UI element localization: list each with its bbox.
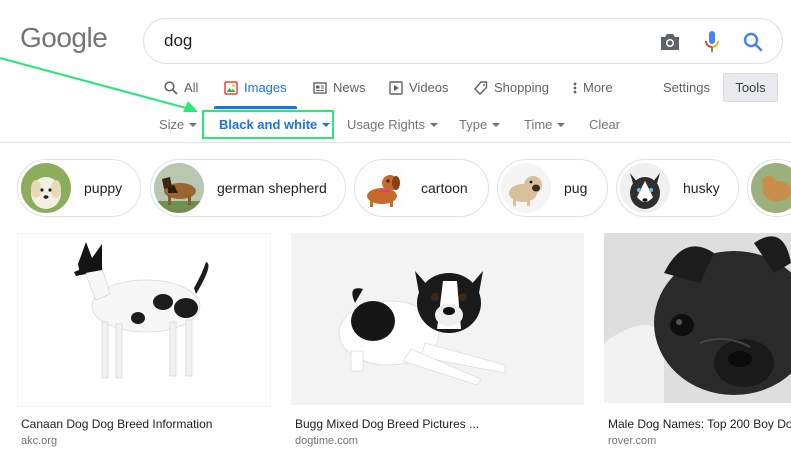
result-title[interactable]: Male Dog Names: Top 200 Boy Do [608,417,791,431]
puppy-thumbnail [21,163,71,213]
tools-button[interactable]: Tools [723,73,778,102]
tab-videos-label: Videos [409,80,449,95]
tab-news[interactable]: News [313,80,366,110]
caret-down-icon [430,122,439,127]
usage-rights-filter-label: Usage Rights [347,117,426,132]
result-image-canaan-dog[interactable] [17,233,271,407]
time-filter-label: Time [524,117,553,132]
chip-label: husky [683,180,720,196]
caret-down-icon [492,122,501,127]
tab-more[interactable]: More [573,80,613,110]
active-tab-indicator [214,106,297,109]
tab-images-label: Images [244,80,287,95]
result-source[interactable]: akc.org [21,435,57,447]
microphone-icon[interactable] [699,29,725,55]
husky-thumbnail [620,163,670,213]
chip-label: puppy [84,180,123,196]
search-icon[interactable] [740,29,766,55]
tab-videos[interactable]: Videos [389,80,449,110]
type-filter[interactable]: Type [459,117,501,132]
chip-husky[interactable]: husky [616,159,739,217]
chip-label: pug [564,180,588,196]
chip-puppy[interactable]: puppy [17,159,141,217]
result-title[interactable]: Canaan Dog Dog Breed Information [21,417,212,431]
chip-label: german shepherd [217,180,327,196]
time-filter[interactable]: Time [524,117,566,132]
camera-icon[interactable] [657,29,683,55]
shopping-tag-icon [474,81,488,95]
news-icon [313,82,327,94]
chip-cartoon[interactable]: cartoon [354,159,489,217]
caret-down-icon [557,122,566,127]
result-source[interactable]: rover.com [608,435,656,447]
annotation-highlight-box [202,110,334,139]
annotation-arrow [0,56,198,112]
more-dots-icon [573,82,577,94]
result-card[interactable]: Canaan Dog Dog Breed Information akc.org [17,233,271,447]
chip-pug[interactable]: pug [497,159,608,217]
google-logo[interactable]: Google [20,22,108,54]
videos-icon [389,81,403,95]
search-box[interactable]: dog [143,18,783,64]
tab-shopping[interactable]: Shopping [474,80,549,110]
chip-german-shepherd[interactable]: german shepherd [150,159,346,217]
result-card[interactable]: Male Dog Names: Top 200 Boy Do rover.com [604,233,791,447]
chip-label: cartoon [421,180,468,196]
header-divider [0,142,791,143]
result-card[interactable]: Bugg Mixed Dog Breed Pictures ... dogtim… [291,233,584,447]
tab-shopping-label: Shopping [494,80,549,95]
chip-partial[interactable] [747,159,791,217]
tab-more-label: More [583,80,613,95]
result-image-french-bulldog[interactable] [604,233,791,403]
images-icon [224,81,238,95]
settings-link[interactable]: Settings [663,80,710,95]
result-source[interactable]: dogtime.com [295,435,358,447]
result-title[interactable]: Bugg Mixed Dog Breed Pictures ... [295,417,479,431]
type-filter-label: Type [459,117,488,132]
search-input[interactable]: dog [164,31,192,51]
clear-filters-link[interactable]: Clear [589,117,620,132]
clear-filters-label: Clear [589,117,621,132]
usage-rights-filter[interactable]: Usage Rights [347,117,439,132]
result-image-bugg-puppy[interactable] [291,233,584,405]
german-shepherd-thumbnail [154,163,204,213]
cartoon-dog-thumbnail [358,163,408,213]
caret-down-icon [189,122,198,127]
tab-news-label: News [333,80,366,95]
dog-thumbnail [751,163,791,213]
pug-thumbnail [501,163,551,213]
